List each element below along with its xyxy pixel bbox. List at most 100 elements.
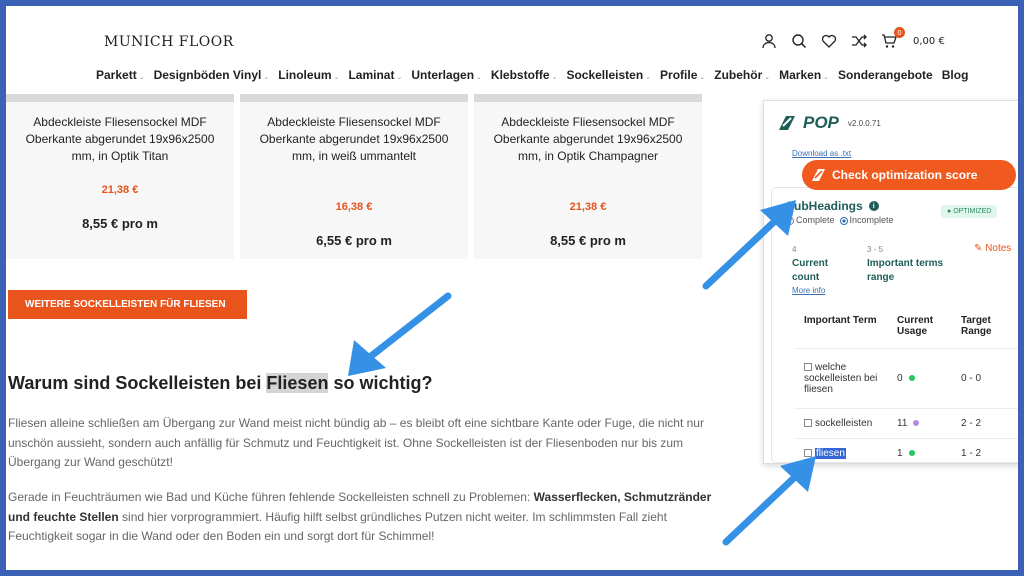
pop-logo-icon	[779, 116, 795, 130]
info-icon[interactable]: i	[868, 201, 879, 211]
usage-cell: 0	[897, 373, 961, 384]
check-score-button[interactable]: Check optimization score	[802, 160, 1016, 190]
heading-highlight: Fliesen	[266, 373, 329, 393]
article-paragraph: Fliesen alleine schließen am Übergang zu…	[8, 416, 704, 469]
col-header-term: Important Term	[804, 315, 877, 326]
nav-item-label: Linoleum	[278, 68, 332, 82]
chevron-down-icon: ⌄	[823, 74, 830, 81]
radio-incomplete[interactable]: Incomplete	[839, 215, 894, 225]
pop-version: v2.0.0.71	[847, 118, 881, 128]
nav-item-parkett[interactable]: Parkett ⌄	[96, 68, 145, 82]
more-skirting-button[interactable]: WEITERE SOCKELLEISTEN FÜR FLIESEN	[8, 290, 247, 319]
main-nav: Parkett ⌄ Designböden Vinyl ⌄ Linoleum ⌄ Lamin…	[96, 68, 968, 82]
product-card[interactable]: Abdeckleiste Fliesensockel MDF Oberkante…	[6, 94, 234, 259]
nav-item-label: Zubehör	[714, 68, 763, 82]
chevron-down-icon: ⌄	[764, 74, 771, 81]
nav-item-sonderangebote[interactable]: Sonderangebote	[838, 68, 933, 82]
cart-total[interactable]: 0,00 €	[913, 36, 945, 47]
product-price: 21,38 €	[569, 201, 607, 213]
chevron-down-icon: ⌄	[263, 74, 270, 81]
product-unit-price: 6,55 € pro m	[316, 233, 392, 248]
search-icon[interactable]	[791, 33, 807, 49]
compare-icon[interactable]	[851, 33, 867, 49]
card-image-bottom	[240, 94, 468, 102]
term-cell: welche sockelleisten bei fliesen	[794, 362, 897, 395]
table-row: sockelleisten 11 2 - 2	[794, 409, 1018, 439]
usage-value: 11	[897, 418, 908, 429]
usage-cell: 11	[897, 418, 961, 429]
download-link[interactable]: Download as .txt	[792, 149, 851, 158]
nav-item-label: Unterlagen	[411, 68, 475, 82]
header-icons: 0 0,00 €	[761, 27, 945, 49]
chevron-down-icon: ⌄	[551, 74, 558, 81]
annotation-arrow-icon	[702, 200, 796, 290]
nav-item-designböden-vinyl[interactable]: Designböden Vinyl ⌄	[154, 68, 270, 82]
nav-item-label: Designböden Vinyl	[153, 68, 262, 82]
table-row: fliesen 1 1 - 2	[794, 439, 1018, 463]
pop-name: POP	[803, 113, 839, 132]
site-logo[interactable]: MUNICH FLOOR	[104, 34, 234, 50]
nav-item-label: Sonderangebote	[838, 68, 933, 82]
chevron-down-icon: ⌄	[476, 74, 482, 81]
product-card[interactable]: Abdeckleiste Fliesensockel MDF Oberkante…	[474, 94, 702, 259]
article-paragraph: Gerade in Feuchträumen wie Bad und Küche…	[8, 488, 728, 547]
target-cell: 1 - 2	[961, 448, 982, 459]
usage-cell: 1	[897, 448, 961, 459]
cart-icon[interactable]: 0	[881, 27, 905, 49]
range-label: Important terms range	[867, 258, 944, 283]
term-text: sockelleisten	[815, 418, 873, 429]
term-checkbox[interactable]	[804, 363, 812, 372]
nav-item-zubehör[interactable]: Zubehör ⌄	[714, 68, 770, 82]
table-header: Important Term Current Usage Target Rang…	[794, 309, 1018, 349]
product-card[interactable]: Abdeckleiste Fliesensockel MDF Oberkante…	[240, 94, 468, 259]
product-unit-price: 8,55 € pro m	[82, 216, 158, 231]
term-checkbox[interactable]	[804, 419, 812, 428]
pop-logo-icon	[812, 169, 825, 181]
nav-item-laminat[interactable]: Laminat ⌄	[348, 68, 402, 82]
annotation-arrow-icon	[348, 292, 452, 376]
nav-item-label: Parkett	[96, 68, 137, 82]
nav-item-unterlagen[interactable]: Unterlagen ⌄	[411, 68, 482, 82]
chevron-down-icon: ⌄	[699, 74, 706, 81]
status-badge: ● OPTIMIZED	[941, 205, 998, 218]
usage-value: 0	[897, 373, 903, 384]
product-title[interactable]: Abdeckleiste Fliesensockel MDF Oberkante…	[240, 102, 468, 165]
card-image-bottom	[474, 94, 702, 102]
nav-item-label: Klebstoffe	[490, 68, 550, 82]
chevron-down-icon: ⌄	[396, 74, 403, 81]
terms-table: Important Term Current Usage Target Rang…	[794, 309, 1018, 463]
col-header-target: Target Range	[961, 315, 992, 337]
nav-item-profile[interactable]: Profile ⌄	[660, 68, 705, 82]
nav-item-klebstoffe[interactable]: Klebstoffe ⌄	[491, 68, 558, 82]
chevron-down-icon: ⌄	[138, 74, 145, 81]
nav-item-label: Sockelleisten	[566, 68, 644, 82]
term-cell: sockelleisten	[794, 418, 897, 429]
page-frame: MUNICH FLOOR 0 0,00 € Parkett ⌄ Designböde…	[6, 6, 1018, 570]
check-score-label: Check optimization score	[832, 168, 978, 182]
status-dot-icon	[913, 420, 920, 427]
product-price: 21,38 €	[101, 184, 139, 196]
card-image-bottom	[6, 94, 234, 102]
col-header-usage: Current Usage	[897, 315, 934, 337]
user-icon[interactable]	[761, 33, 777, 49]
term-text: welche sockelleisten bei fliesen	[804, 362, 878, 395]
product-price: 16,38 €	[335, 201, 373, 213]
radio-icon[interactable]	[839, 216, 848, 225]
target-cell: 0 - 0	[961, 373, 982, 384]
nav-item-blog[interactable]: Blog	[942, 68, 969, 82]
nav-item-label: Laminat	[348, 68, 395, 82]
usage-value: 1	[897, 448, 903, 459]
notes-link[interactable]: ✎ Notes	[974, 243, 1011, 254]
product-title[interactable]: Abdeckleiste Fliesensockel MDF Oberkante…	[474, 102, 702, 165]
heart-icon[interactable]	[821, 33, 837, 49]
nav-item-marken[interactable]: Marken ⌄	[779, 68, 829, 82]
pop-logo: POP v2.0.0.71	[776, 113, 881, 133]
status-dot-icon	[908, 375, 915, 382]
chevron-down-icon: ⌄	[645, 74, 652, 81]
heading-text: Warum sind Sockelleisten bei	[8, 373, 267, 393]
range-value: 3 - 5	[867, 245, 884, 254]
product-title[interactable]: Abdeckleiste Fliesensockel MDF Oberkante…	[6, 102, 234, 165]
table-row: welche sockelleisten bei fliesen 0 0 - 0	[794, 349, 1018, 409]
nav-item-sockelleisten[interactable]: Sockelleisten ⌄	[566, 68, 651, 82]
nav-item-linoleum[interactable]: Linoleum ⌄	[278, 68, 339, 82]
